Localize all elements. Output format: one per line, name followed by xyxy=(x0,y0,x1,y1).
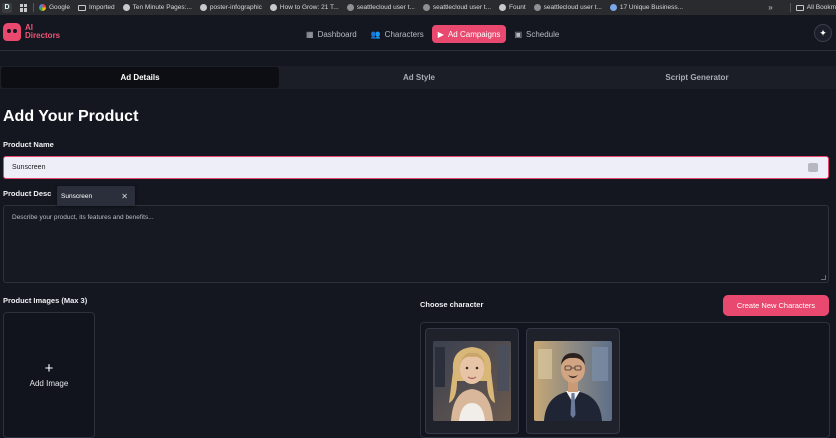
bookmarks-right: » All Bookm xyxy=(762,0,836,15)
tab-ad-style[interactable]: Ad Style xyxy=(280,66,558,89)
site-icon xyxy=(499,4,507,11)
choose-character-label: Choose character xyxy=(420,300,484,309)
calendar-icon: ▣ xyxy=(514,29,522,39)
bookmark-ten-minute-pages[interactable]: Ten Minute Pages:... xyxy=(122,4,192,11)
bookmark-label: Imported xyxy=(88,4,115,11)
character-card-man[interactable] xyxy=(526,328,620,434)
video-icon: ▶ xyxy=(437,29,444,39)
bookmark-google[interactable]: Google xyxy=(39,4,70,11)
bookmark-seattlecloud-3[interactable]: seattlecloud user t... xyxy=(533,4,602,11)
bookmark-imported[interactable]: Imported xyxy=(77,4,115,11)
bookmark-poster-infographic[interactable]: poster-infographic xyxy=(199,4,262,11)
nav-label: Characters xyxy=(384,29,424,39)
apps-grid-icon[interactable] xyxy=(20,3,28,12)
character-panel xyxy=(420,322,830,438)
bookmark-label: seattlecloud user t... xyxy=(432,4,492,11)
folder-icon xyxy=(795,4,804,11)
add-image-label: Add Image xyxy=(29,379,69,388)
site-icon xyxy=(422,4,430,11)
folder-icon xyxy=(77,4,86,11)
bookmark-label: Ten Minute Pages:... xyxy=(132,4,192,11)
product-images-label: Product Images (Max 3) xyxy=(3,296,88,305)
site-icon xyxy=(533,4,541,11)
keyboard-icon[interactable] xyxy=(808,163,818,172)
profile-icon[interactable]: D xyxy=(2,2,12,13)
bookmark-label: seattlecloud user t... xyxy=(356,4,415,11)
site-icon xyxy=(122,4,130,11)
create-new-characters-button[interactable]: Create New Characters xyxy=(723,295,829,316)
bookmark-label: seattlecloud user t... xyxy=(543,4,602,11)
page-title: Add Your Product xyxy=(3,108,139,125)
overflow-chevron-icon[interactable]: » xyxy=(768,3,772,12)
bookmarks-bar: D Google Imported Ten Minute Pages:... p… xyxy=(0,0,836,15)
nav-label: Schedule xyxy=(526,29,560,39)
plus-icon: + xyxy=(44,360,54,377)
logo-line-2: Directors xyxy=(25,31,61,40)
product-name-value: Sunscreen xyxy=(12,164,46,171)
product-description-label: Product Desc xyxy=(3,189,52,198)
app-logo[interactable]: AI Directors xyxy=(3,23,60,41)
ad-tabs: Ad Details Ad Style Script Generator xyxy=(0,66,836,89)
bookmark-label: Google xyxy=(49,4,70,11)
nav-label: Dashboard xyxy=(317,29,357,39)
product-name-label: Product Name xyxy=(3,140,54,149)
add-image-button[interactable]: + Add Image xyxy=(3,312,95,438)
site-icon xyxy=(199,4,207,11)
bookmark-seattlecloud-2[interactable]: seattlecloud user t... xyxy=(422,4,492,11)
nav-characters[interactable]: 👥 Characters xyxy=(365,25,430,43)
divider xyxy=(33,3,34,12)
bookmark-unique-business[interactable]: 17 Unique Business... xyxy=(609,4,684,11)
nav-label: Ad Campaigns xyxy=(447,29,501,39)
product-name-input[interactable]: Sunscreen xyxy=(3,156,829,179)
site-icon xyxy=(269,4,277,11)
bookmark-label: poster-infographic xyxy=(209,4,262,11)
product-description-textarea[interactable]: Describe your product, its features and … xyxy=(3,205,829,283)
resize-handle-icon[interactable] xyxy=(821,275,826,280)
grid-icon: ▦ xyxy=(306,29,314,39)
tab-script-generator[interactable]: Script Generator xyxy=(558,66,836,89)
character-portrait-woman xyxy=(433,341,511,421)
bookmark-how-to-grow[interactable]: How to Grow: 21 T... xyxy=(269,4,339,11)
bookmark-seattlecloud-1[interactable]: seattlecloud user t... xyxy=(346,4,415,11)
nav-ad-campaigns[interactable]: ▶ Ad Campaigns xyxy=(431,25,507,43)
logo-text: AI Directors xyxy=(25,24,60,40)
suggestion-text: Sunscreen xyxy=(61,192,93,200)
divider xyxy=(789,3,791,12)
all-bookmarks-label: All Bookm xyxy=(806,4,836,11)
sparkle-icon: ✦ xyxy=(819,27,827,38)
app-header: AI Directors ▦ Dashboard 👥 Characters ▶ Ad … xyxy=(0,15,836,51)
users-icon: 👥 xyxy=(370,29,381,39)
bookmark-label: Fount xyxy=(509,4,526,11)
character-card-woman[interactable] xyxy=(425,328,519,434)
site-icon xyxy=(346,4,354,11)
bookmark-label: How to Grow: 21 T... xyxy=(279,4,339,11)
main-nav: ▦ Dashboard 👥 Characters ▶ Ad Campaigns ▣ Sc… xyxy=(300,25,567,43)
sparkle-button[interactable]: ✦ xyxy=(814,24,832,42)
site-icon xyxy=(609,4,617,11)
all-bookmarks[interactable]: All Bookm xyxy=(795,4,836,11)
nav-schedule[interactable]: ▣ Schedule xyxy=(508,25,565,43)
tab-ad-details[interactable]: Ad Details xyxy=(1,67,279,88)
description-placeholder: Describe your product, its features and … xyxy=(12,214,154,221)
autocomplete-suggestion[interactable]: Sunscreen ✕ xyxy=(57,186,135,206)
bookmark-label: 17 Unique Business... xyxy=(619,4,684,11)
robot-logo-icon xyxy=(3,23,21,41)
nav-dashboard[interactable]: ▦ Dashboard xyxy=(300,25,363,43)
bookmark-fount[interactable]: Fount xyxy=(499,4,526,11)
google-icon xyxy=(39,4,46,11)
close-icon[interactable]: ✕ xyxy=(121,192,128,201)
character-portrait-man xyxy=(534,341,612,421)
